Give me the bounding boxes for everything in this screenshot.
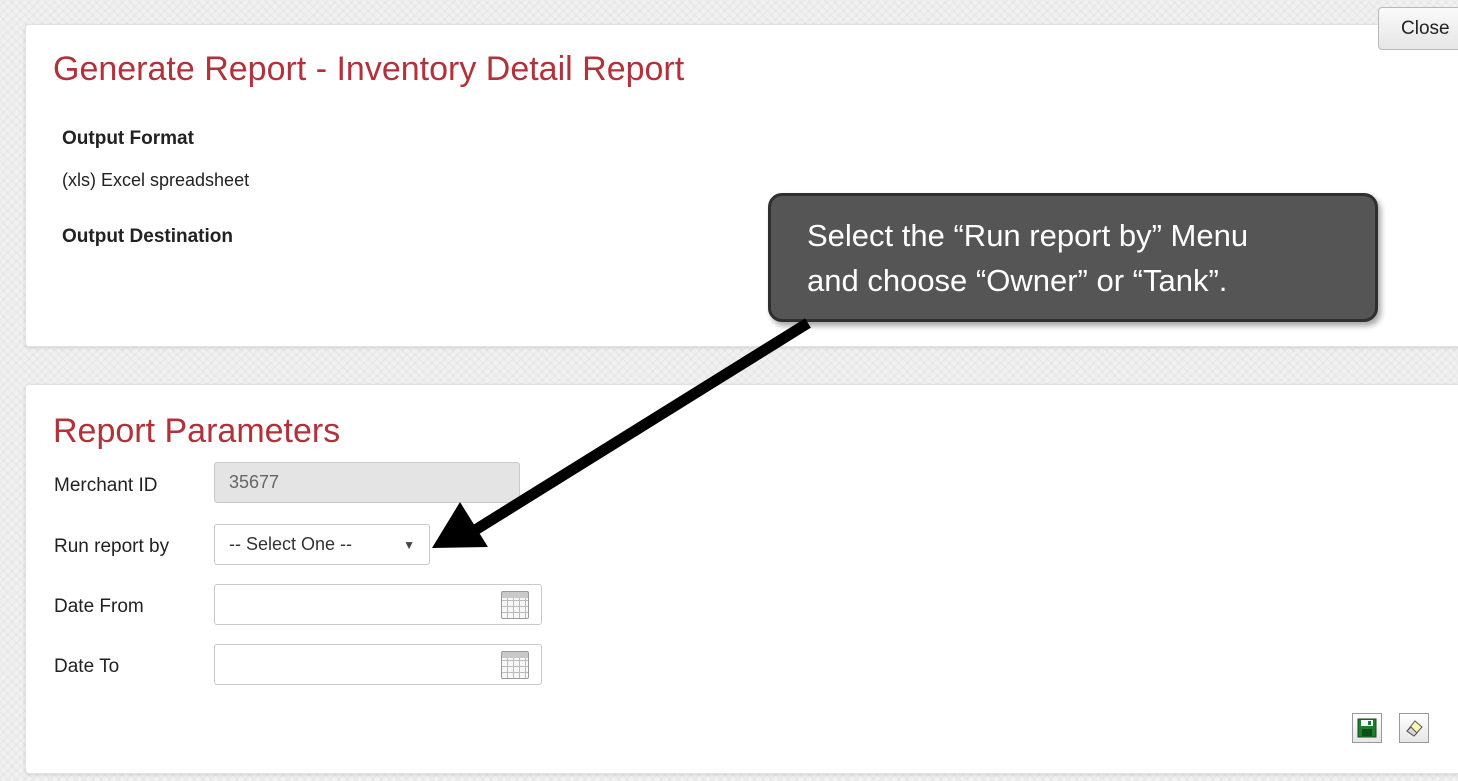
- pointer-arrow: [432, 318, 811, 548]
